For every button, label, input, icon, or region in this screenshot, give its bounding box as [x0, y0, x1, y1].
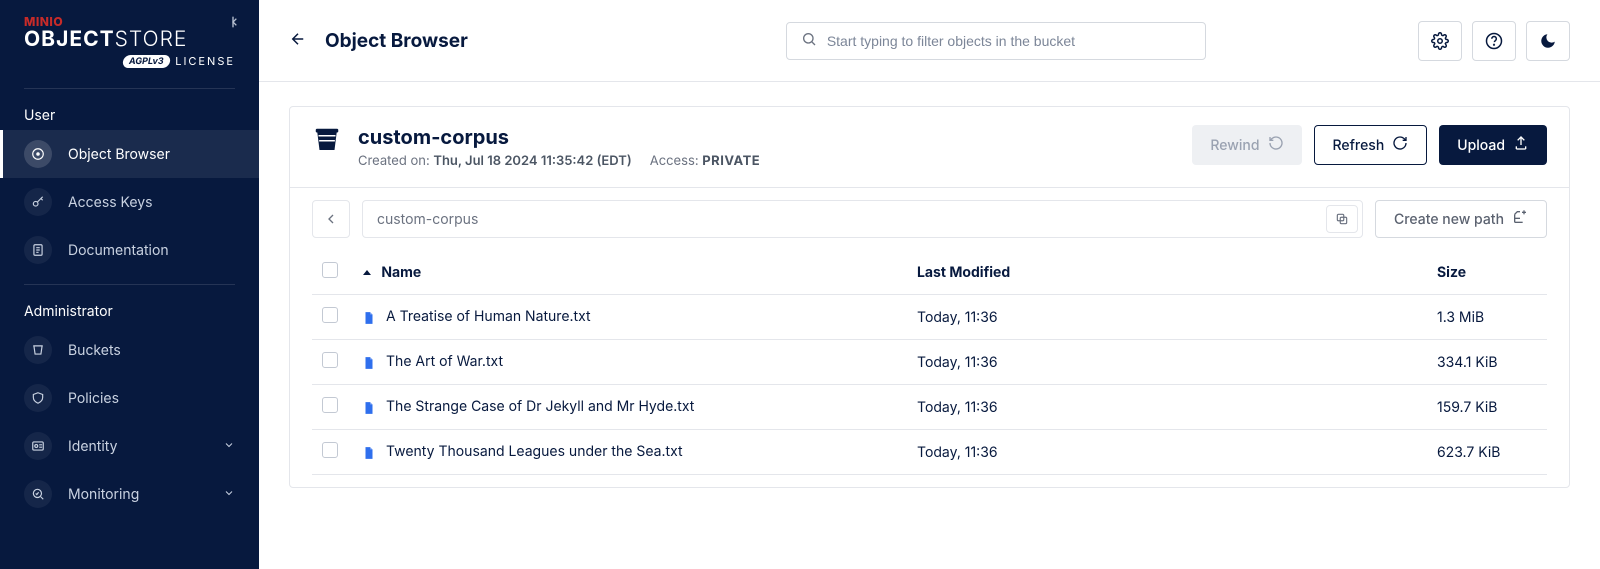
object-size: 1.3 MiB	[1437, 309, 1484, 326]
column-header-name[interactable]: Name	[352, 250, 907, 295]
collapse-sidebar-icon[interactable]	[229, 14, 245, 34]
bucket-icon	[312, 125, 342, 159]
object-last-modified: Today, 11:36	[917, 399, 998, 416]
sidebar-item-label: Identity	[68, 438, 117, 455]
file-icon	[362, 399, 376, 416]
sidebar-item-label: Object Browser	[68, 146, 170, 163]
object-name: The Art of War.txt	[386, 353, 503, 370]
main: Object Browser	[259, 0, 1600, 569]
rewind-button: Rewind	[1192, 125, 1301, 165]
table-row[interactable]: A Treatise of Human Nature.txt Today, 11:…	[312, 295, 1547, 340]
object-name: A Treatise of Human Nature.txt	[386, 308, 591, 325]
row-checkbox[interactable]	[322, 397, 338, 413]
file-icon	[362, 354, 376, 371]
object-search[interactable]	[786, 22, 1206, 60]
sidebar-item-label: Buckets	[68, 342, 121, 359]
chevron-down-icon	[223, 486, 235, 503]
sidebar-item-policies[interactable]: Policies	[0, 374, 259, 422]
file-icon	[362, 444, 376, 461]
sidebar-item-access-keys[interactable]: Access Keys	[0, 178, 259, 226]
breadcrumb-segment[interactable]: custom-corpus	[363, 211, 492, 228]
access-value: PRIVATE	[702, 153, 760, 169]
sidebar-item-label: Monitoring	[68, 486, 139, 503]
theme-toggle-button[interactable]	[1526, 21, 1570, 61]
search-input[interactable]	[827, 33, 1191, 49]
refresh-button[interactable]: Refresh	[1314, 125, 1428, 165]
objects-table: Name Last Modified Size A Treatise of Hu…	[312, 250, 1547, 475]
sidebar-section-label: User	[0, 95, 259, 130]
row-checkbox[interactable]	[322, 307, 338, 323]
rewind-icon	[1268, 135, 1284, 155]
object-size: 334.1 KiB	[1437, 354, 1498, 371]
copy-path-button[interactable]	[1326, 205, 1358, 233]
select-all-checkbox[interactable]	[322, 262, 338, 278]
upload-button[interactable]: Upload	[1439, 125, 1547, 165]
sidebar-item-label: Documentation	[68, 242, 169, 259]
table-row[interactable]: Twenty Thousand Leagues under the Sea.tx…	[312, 430, 1547, 475]
sort-asc-icon	[362, 264, 372, 281]
sidebar-item-monitoring[interactable]: Monitoring	[0, 470, 259, 518]
create-new-path-button[interactable]: Create new path	[1375, 200, 1547, 238]
license-badge: AGPLv3	[121, 55, 170, 68]
help-button[interactable]	[1472, 21, 1516, 61]
row-checkbox[interactable]	[322, 442, 338, 458]
license-text: LICENSE	[175, 54, 235, 68]
object-last-modified: Today, 11:36	[917, 444, 998, 461]
object-size: 159.7 KiB	[1437, 399, 1497, 416]
monitor-icon	[24, 480, 52, 508]
new-path-icon	[1512, 209, 1528, 229]
topbar: Object Browser	[259, 0, 1600, 82]
row-checkbox[interactable]	[322, 352, 338, 368]
bucket-icon	[24, 336, 52, 364]
sidebar-section-label: Administrator	[0, 291, 259, 326]
disk-icon	[24, 140, 52, 168]
product-name: OBJECTSTORE	[24, 27, 235, 52]
sidebar-item-label: Access Keys	[68, 194, 153, 211]
object-name: Twenty Thousand Leagues under the Sea.tx…	[386, 443, 683, 460]
id-icon	[24, 432, 52, 460]
sidebar-item-identity[interactable]: Identity	[0, 422, 259, 470]
breadcrumb-path: custom-corpus	[362, 200, 1363, 238]
doc-icon	[24, 236, 52, 264]
column-header-size[interactable]: Size	[1427, 250, 1547, 295]
table-header-row: Name Last Modified Size	[312, 250, 1547, 295]
chevron-down-icon	[223, 438, 235, 455]
created-on-label: Created on:	[358, 153, 430, 169]
sidebar-item-object-browser[interactable]: Object Browser	[0, 130, 259, 178]
created-on-value: Thu, Jul 18 2024 11:35:42 (EDT)	[433, 153, 631, 169]
sidebar-item-label: Policies	[68, 390, 119, 407]
sidebar-item-documentation[interactable]: Documentation	[0, 226, 259, 274]
search-icon	[801, 31, 817, 51]
upload-icon	[1513, 135, 1529, 155]
breadcrumb-back-button[interactable]	[312, 200, 350, 238]
file-icon	[362, 309, 376, 326]
divider	[24, 284, 235, 285]
object-last-modified: Today, 11:36	[917, 309, 998, 326]
object-size: 623.7 KiB	[1437, 444, 1500, 461]
bucket-name: custom-corpus	[358, 125, 1176, 149]
divider	[24, 88, 235, 89]
table-row[interactable]: The Art of War.txt Today, 11:36 334.1 KiB	[312, 340, 1547, 385]
shield-icon	[24, 384, 52, 412]
back-button[interactable]	[289, 30, 307, 52]
key-icon	[24, 188, 52, 216]
column-header-last-modified[interactable]: Last Modified	[907, 250, 1427, 295]
logo: MINIO OBJECTSTORE AGPLv3 LICENSE	[0, 14, 259, 78]
refresh-icon	[1392, 135, 1408, 155]
sidebar-item-buckets[interactable]: Buckets	[0, 326, 259, 374]
object-last-modified: Today, 11:36	[917, 354, 998, 371]
table-row[interactable]: The Strange Case of Dr Jekyll and Mr Hyd…	[312, 385, 1547, 430]
settings-button[interactable]	[1418, 21, 1462, 61]
object-name: The Strange Case of Dr Jekyll and Mr Hyd…	[386, 398, 694, 415]
sidebar: MINIO OBJECTSTORE AGPLv3 LICENSE User Obj…	[0, 0, 259, 569]
access-label: Access:	[650, 153, 699, 169]
page-title: Object Browser	[325, 29, 468, 52]
side-navigation: User Object Browser Access Keys Documentati…	[0, 95, 259, 518]
bucket-panel: custom-corpus Created on: Thu, Jul 18 20…	[289, 106, 1570, 488]
